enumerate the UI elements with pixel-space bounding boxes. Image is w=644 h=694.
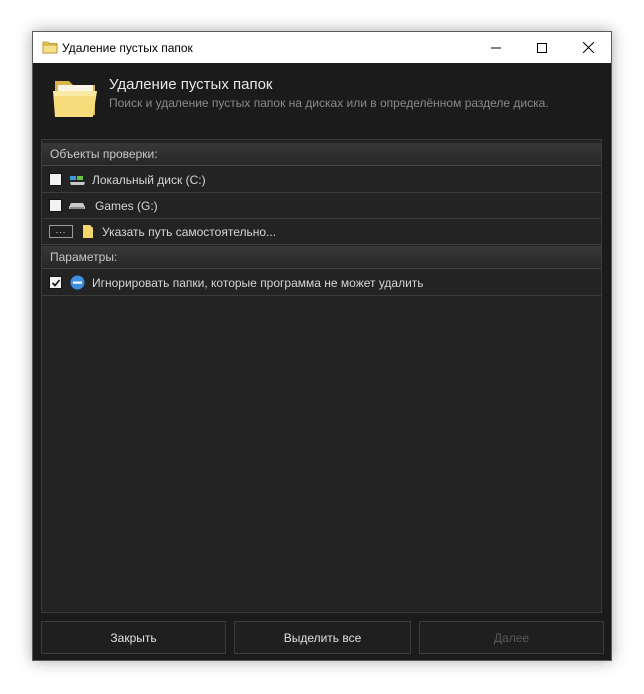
browse-path-button[interactable]: ... bbox=[49, 225, 73, 238]
objects-section-header: Объекты проверки: bbox=[42, 143, 601, 166]
drive-c-label: Локальный диск (C:) bbox=[92, 173, 206, 187]
folder-icon bbox=[42, 41, 58, 54]
app-window: Удаление пустых папок Удаление пустых па… bbox=[32, 31, 612, 661]
window-title: Удаление пустых папок bbox=[62, 41, 193, 55]
maximize-button[interactable] bbox=[519, 32, 565, 63]
custom-path-row[interactable]: ... Указать путь самостоятельно... bbox=[42, 219, 601, 245]
next-button[interactable]: Далее bbox=[419, 621, 604, 654]
minimize-button[interactable] bbox=[473, 32, 519, 63]
close-button[interactable]: Закрыть bbox=[41, 621, 226, 654]
ignore-label: Игнорировать папки, которые программа не… bbox=[92, 276, 424, 290]
drive-g-checkbox[interactable] bbox=[49, 199, 62, 212]
drive-row-c[interactable]: Локальный диск (C:) bbox=[42, 167, 601, 193]
drive-row-g[interactable]: Games (G:) bbox=[42, 193, 601, 219]
system-drive-icon bbox=[70, 176, 85, 185]
drive-g-label: Games (G:) bbox=[95, 199, 158, 213]
close-icon bbox=[582, 42, 594, 53]
dialog-header: Удаление пустых папок Поиск и удаление п… bbox=[33, 63, 611, 139]
minimize-icon bbox=[491, 47, 501, 48]
param-row-ignore[interactable]: Игнорировать папки, которые программа не… bbox=[42, 270, 601, 296]
params-section-header: Параметры: bbox=[42, 246, 601, 269]
maximize-icon bbox=[537, 42, 547, 53]
select-all-button[interactable]: Выделить все bbox=[234, 621, 411, 654]
header-subtitle: Поиск и удаление пустых папок на дисках … bbox=[109, 96, 549, 110]
header-title: Удаление пустых папок bbox=[109, 76, 273, 93]
info-icon bbox=[70, 275, 85, 290]
drive-c-checkbox[interactable] bbox=[49, 173, 62, 186]
custom-path-label: Указать путь самостоятельно... bbox=[102, 225, 277, 239]
options-panel: Объекты проверки: Локальный диск (C:) Ga… bbox=[41, 139, 602, 613]
drive-icon bbox=[69, 203, 85, 209]
folder-icon bbox=[53, 81, 97, 117]
folder-icon bbox=[83, 225, 93, 238]
title-bar: Удаление пустых папок bbox=[33, 32, 611, 63]
checkmark-icon bbox=[51, 278, 60, 287]
ignore-checkbox[interactable] bbox=[49, 276, 62, 289]
close-window-button[interactable] bbox=[565, 32, 611, 63]
